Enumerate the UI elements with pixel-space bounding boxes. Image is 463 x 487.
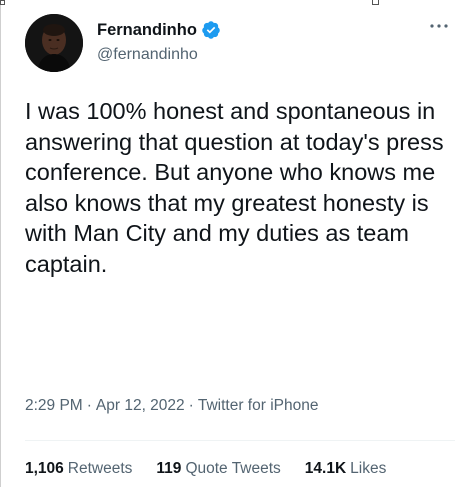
quote-tweets-count: 119 xyxy=(156,460,182,477)
retweets-count: 1,106 xyxy=(25,460,64,477)
tweet-time[interactable]: 2:29 PM xyxy=(25,397,83,415)
tweet-header: Fernandinho @fernandinho xyxy=(20,14,450,78)
avatar-image xyxy=(25,14,83,72)
frame-corner-handle xyxy=(0,0,5,5)
likes-label: Likes xyxy=(350,460,387,477)
quote-tweets-label: Quote Tweets xyxy=(185,460,281,477)
more-horizontal-icon[interactable] xyxy=(428,18,450,34)
tweet-metadata: 2:29 PM · Apr 12, 2022 · Twitter for iPhone xyxy=(25,397,318,415)
tweet-source[interactable]: Twitter for iPhone xyxy=(198,397,319,415)
retweets-label: Retweets xyxy=(67,460,133,477)
tweet-date[interactable]: Apr 12, 2022 xyxy=(96,397,185,415)
frame-edge-line xyxy=(0,0,1,487)
name-row: Fernandinho xyxy=(97,20,221,40)
meta-separator: · xyxy=(188,397,194,414)
verified-badge-icon xyxy=(201,20,221,40)
meta-separator: · xyxy=(86,397,92,414)
display-name[interactable]: Fernandinho xyxy=(97,21,197,40)
stats-divider xyxy=(25,440,455,441)
avatar[interactable] xyxy=(25,14,83,72)
frame-top-handle xyxy=(372,0,379,5)
quote-tweets-stat[interactable]: 119 Quote Tweets xyxy=(156,460,280,478)
tweet-stats: 1,106 Retweets 119 Quote Tweets 14.1K Likes xyxy=(25,460,410,478)
tweet-card: Fernandinho @fernandinho I was 100% hone… xyxy=(20,14,455,484)
likes-stat[interactable]: 14.1K Likes xyxy=(305,460,387,478)
retweets-stat[interactable]: 1,106 Retweets xyxy=(25,460,132,478)
tweet-text: I was 100% honest and spontaneous in ans… xyxy=(25,98,444,277)
user-handle[interactable]: @fernandinho xyxy=(97,46,198,64)
likes-count: 14.1K xyxy=(304,460,347,477)
